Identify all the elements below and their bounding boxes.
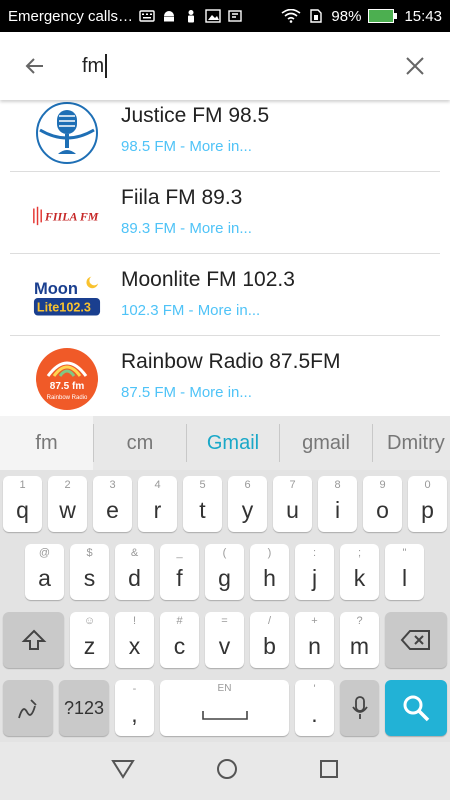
shift-icon [21, 629, 46, 650]
clock: 15:43 [404, 7, 442, 25]
suggestion-item[interactable]: Gmail [187, 416, 279, 470]
search-query: fm [82, 54, 105, 77]
station-title: Justice FM 98.5 [121, 104, 270, 127]
list-item[interactable]: Moon Lite102.3 Moonlite FM 102.3 102.3 F… [10, 254, 440, 336]
key-k[interactable]: ; k [340, 544, 379, 600]
security-icon [227, 9, 243, 23]
keyboard-icon [139, 9, 155, 23]
key-v[interactable]: = v [205, 612, 244, 668]
clear-button[interactable] [380, 32, 450, 100]
arrow-left-icon [25, 58, 43, 74]
key-u[interactable]: 7u [273, 476, 312, 532]
station-title: Moonlite FM 102.3 [121, 268, 295, 291]
home-nav-button[interactable] [215, 757, 239, 786]
station-logo-justice [32, 100, 102, 166]
key-o[interactable]: 9o [363, 476, 402, 532]
key-g[interactable]: (g [205, 544, 244, 600]
station-subtitle[interactable]: 87.5 FM - More in... [121, 384, 252, 401]
keyboard: 1q 2w 3e 4r 5t 6y 7u 8i 9o 0p @ a $ s & d _… [0, 470, 450, 742]
back-nav-button[interactable] [110, 758, 136, 785]
key-i[interactable]: 8i [318, 476, 357, 532]
key-m[interactable]: ? m [340, 612, 379, 668]
symbols-key[interactable]: ?123 [59, 680, 109, 736]
backspace-key[interactable] [385, 612, 447, 668]
fiila-logo-text: FIILA FM [44, 210, 99, 224]
status-bar: Emergency calls… 98% 15:43 [0, 0, 450, 32]
station-logo-moonlite: Moon Lite102.3 [32, 264, 102, 330]
key-s[interactable]: $ s [70, 544, 109, 600]
station-subtitle[interactable]: 89.3 FM - More in... [121, 220, 252, 237]
station-subtitle[interactable]: 98.5 FM - More in... [121, 138, 252, 155]
moonlite-logo-top: Moon [34, 279, 78, 298]
key-p[interactable]: 0p [408, 476, 447, 532]
key-l[interactable]: " l [385, 544, 424, 600]
results-list: Justice FM 98.5 98.5 FM - More in... FII… [0, 100, 450, 416]
search-icon [403, 695, 430, 722]
key-t[interactable]: 5t [183, 476, 222, 532]
suggestion-item[interactable]: fm [0, 416, 93, 470]
recents-square-icon [320, 759, 339, 778]
list-item[interactable]: FIILA FM Fiila FM 89.3 89.3 FM - More in… [10, 172, 440, 254]
search-bar: fm [0, 32, 450, 100]
space-key[interactable]: EN [160, 680, 289, 736]
key-f[interactable]: _ f [160, 544, 199, 600]
station-title: Fiila FM 89.3 [121, 186, 243, 209]
suggestion-item[interactable]: gmail [280, 416, 372, 470]
image-icon [205, 9, 221, 23]
moonlite-logo-bottom: Lite102.3 [37, 301, 91, 315]
space-icon [201, 711, 248, 720]
voice-input-key[interactable] [340, 680, 379, 736]
home-circle-icon [216, 758, 237, 779]
key-d[interactable]: & d [115, 544, 154, 600]
search-key[interactable] [385, 680, 447, 736]
key-n[interactable]: + n [295, 612, 334, 668]
period-key[interactable]: '. [295, 680, 334, 736]
recents-nav-button[interactable] [318, 758, 340, 785]
sim-icon [308, 9, 324, 23]
suggestion-strip: fm cm Gmail gmail Dmitry [0, 416, 450, 470]
key-e[interactable]: 3e [93, 476, 132, 532]
suggestion-item[interactable]: cm [94, 416, 186, 470]
close-icon [406, 57, 424, 75]
key-x[interactable]: ! x [115, 612, 154, 668]
station-subtitle[interactable]: 102.3 FM - More in... [121, 302, 260, 319]
key-w[interactable]: 2w [48, 476, 87, 532]
suggestion-item[interactable]: Dmitry [373, 416, 450, 470]
handwriting-icon [18, 699, 37, 719]
search-input[interactable]: fm [70, 46, 380, 86]
wifi-icon [281, 8, 301, 23]
key-a[interactable]: @ a [25, 544, 64, 600]
person-icon [183, 9, 199, 23]
station-title: Rainbow Radio 87.5FM [121, 350, 341, 373]
handwriting-key[interactable] [3, 680, 53, 736]
rainbow-logo-name: Rainbow Radio [47, 395, 88, 401]
backspace-icon [400, 630, 430, 650]
language-label: EN [217, 683, 232, 694]
carrier-text: Emergency calls… [8, 7, 134, 25]
key-h[interactable]: ) h [250, 544, 289, 600]
key-j[interactable]: :j [295, 544, 334, 600]
back-button[interactable] [0, 32, 70, 100]
microphone-icon [351, 696, 368, 719]
station-logo-rainbow: 87.5 fm Rainbow Radio [32, 346, 102, 412]
navigation-bar [0, 742, 450, 800]
station-logo-fiila: FIILA FM [32, 182, 102, 248]
key-y[interactable]: 6y [228, 476, 267, 532]
list-item[interactable]: Justice FM 98.5 98.5 FM - More in... [10, 100, 440, 172]
text-cursor [105, 54, 108, 78]
key-z[interactable]: ☺ z [70, 612, 109, 668]
triangle-back-icon [110, 759, 135, 779]
shift-key[interactable] [3, 612, 64, 668]
android-icon [161, 9, 177, 23]
battery-percent: 98% [331, 7, 362, 25]
key-b[interactable]: / b [250, 612, 289, 668]
key-r[interactable]: 4r [138, 476, 177, 532]
key-c[interactable]: # c [160, 612, 199, 668]
key-q[interactable]: 1q [3, 476, 42, 532]
list-item[interactable]: 87.5 fm Rainbow Radio Rainbow Radio 87.5… [10, 336, 440, 416]
rainbow-logo-freq: 87.5 fm [50, 381, 85, 392]
comma-key[interactable]: -, [115, 680, 154, 736]
battery-icon [368, 9, 398, 23]
microphone-icon [36, 102, 98, 164]
